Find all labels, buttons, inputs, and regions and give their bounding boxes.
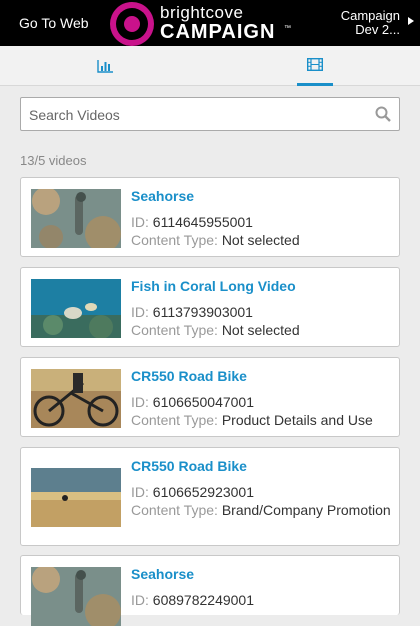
video-thumbnail[interactable] xyxy=(31,369,121,428)
video-id-row: ID: 6106650047001 xyxy=(131,394,255,410)
video-title[interactable]: Fish in Coral Long Video xyxy=(131,278,296,294)
account-detail: Dev 2... xyxy=(355,22,400,37)
caret-right-icon[interactable] xyxy=(408,17,414,25)
tab-videos[interactable] xyxy=(297,46,333,86)
video-card[interactable]: CR550 Road Bike ID: 6106652923001 Conten… xyxy=(20,447,400,546)
content-type-value: Brand/Company Promotion xyxy=(221,502,391,518)
account-name: Campaign xyxy=(340,8,400,23)
video-id-row: ID: 6089782249001 xyxy=(131,592,255,608)
search-input[interactable] xyxy=(29,105,359,125)
video-title[interactable]: CR550 Road Bike xyxy=(131,458,247,474)
video-thumbnail[interactable] xyxy=(31,468,121,527)
content-type-row: Content Type: Not selected xyxy=(131,322,300,338)
video-id: 6114645955001 xyxy=(152,214,253,230)
content-type-value: Not selected xyxy=(221,232,300,248)
video-id: 6106650047001 xyxy=(152,394,255,410)
content-type-row: Content Type: Product Details and Use xyxy=(131,412,373,428)
tab-bar xyxy=(0,46,420,86)
logo-product-text: CAMPAIGN xyxy=(160,21,276,43)
film-icon xyxy=(307,58,323,71)
video-thumbnail[interactable] xyxy=(31,189,121,248)
bar-chart-icon xyxy=(97,59,113,73)
video-id-row: ID: 6114645955001 xyxy=(131,214,253,230)
video-thumbnail[interactable] xyxy=(31,279,121,338)
video-card[interactable]: Fish in Coral Long Video ID: 61137939030… xyxy=(20,267,400,347)
video-id: 6106652923001 xyxy=(152,484,255,500)
video-title[interactable]: Seahorse xyxy=(131,566,194,582)
brightcove-campaign-logo: brightcove CAMPAIGN ™ xyxy=(110,1,294,46)
logo-brand-text: brightcove xyxy=(160,3,244,22)
top-bar: Go To Web brightcove CAMPAIGN ™ Campaign… xyxy=(0,0,420,46)
go-to-web-link[interactable]: Go To Web xyxy=(19,15,89,31)
video-id-row: ID: 6113793903001 xyxy=(131,304,253,320)
search-box xyxy=(20,97,400,131)
video-count: 13/5 videos xyxy=(20,153,87,168)
search-icon[interactable] xyxy=(375,106,391,122)
tab-analytics[interactable] xyxy=(87,46,123,86)
content-type-value: Product Details and Use xyxy=(221,412,373,428)
account-switcher[interactable]: Campaign Dev 2... xyxy=(341,9,400,37)
video-card[interactable]: Seahorse ID: 6089782249001 xyxy=(20,555,400,626)
video-card[interactable]: Seahorse ID: 6114645955001 Content Type:… xyxy=(20,177,400,257)
video-card[interactable]: CR550 Road Bike ID: 6106650047001 Conten… xyxy=(20,357,400,437)
video-title[interactable]: Seahorse xyxy=(131,188,194,204)
content-type-value: Not selected xyxy=(221,322,300,338)
video-id: 6113793903001 xyxy=(152,304,253,320)
content-type-row: Content Type: Brand/Company Promotion xyxy=(131,502,391,518)
video-id: 6089782249001 xyxy=(152,592,255,608)
video-id-row: ID: 6106652923001 xyxy=(131,484,255,500)
video-thumbnail[interactable] xyxy=(31,567,121,626)
logo-trademark: ™ xyxy=(284,25,291,32)
video-title[interactable]: CR550 Road Bike xyxy=(131,368,247,384)
content-type-row: Content Type: Not selected xyxy=(131,232,300,248)
